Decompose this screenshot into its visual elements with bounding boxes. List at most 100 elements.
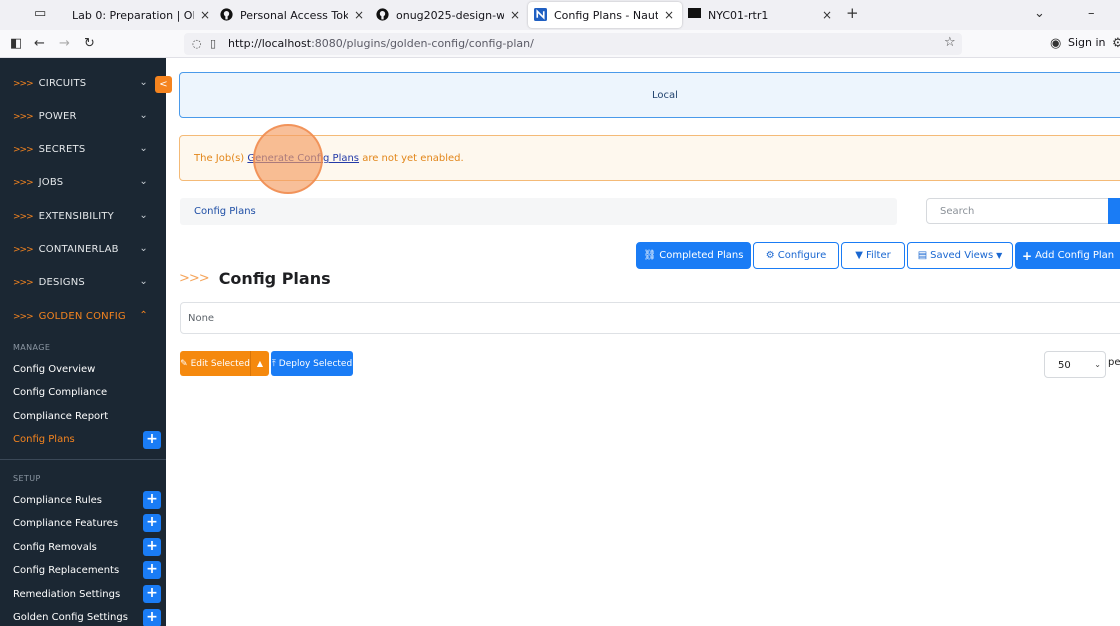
caret-down-icon: ▼ xyxy=(996,251,1003,260)
sidebar-item-golden-config[interactable]: >>> GOLDEN CONFIG ⌃ xyxy=(0,300,166,333)
tab-list-icon[interactable]: ▭ xyxy=(34,6,46,21)
sidebar-item-compliance-report[interactable]: Compliance Report xyxy=(13,411,108,422)
arrows-icon: >>> xyxy=(13,211,34,222)
alert-suffix: are not yet enabled. xyxy=(359,153,464,164)
chevron-down-icon: ⌄ xyxy=(1094,360,1101,369)
github-icon xyxy=(376,8,390,22)
alert-prefix: The Job(s) xyxy=(194,153,248,164)
sidebar-item-circuits[interactable]: >>> CIRCUITS ⌄ xyxy=(0,67,166,100)
search-button[interactable] xyxy=(1108,198,1120,224)
deploy-selected-label: Deploy Selected xyxy=(278,358,353,369)
add-config-plan-button[interactable]: + Add Config Plan xyxy=(1015,242,1120,269)
pencil-icon: ✎ xyxy=(180,358,188,369)
sidebar-toggle-icon[interactable]: ◧ xyxy=(10,36,22,51)
deploy-selected-button[interactable]: ⤒ Deploy Selected xyxy=(271,351,353,376)
job-warning-alert: The Job(s) Generate Config Plans are not… xyxy=(179,135,1120,181)
sidebar-item-config-replacements[interactable]: Config Replacements xyxy=(13,565,119,576)
browser-tab-config-plans[interactable]: Config Plans - Nautobot × xyxy=(528,2,682,28)
new-tab-button[interactable]: + xyxy=(846,4,859,22)
tab-overflow-chevron-icon[interactable]: ⌄ xyxy=(1034,6,1045,21)
sidebar-item-containerlab[interactable]: >>> CONTAINERLAB ⌄ xyxy=(0,233,166,266)
chevron-down-icon: ⌄ xyxy=(139,110,148,121)
tab-title: Lab 0: Preparation | ONUG 2 xyxy=(72,8,194,22)
close-icon[interactable]: × xyxy=(198,8,212,22)
close-icon[interactable]: × xyxy=(662,8,676,22)
bookmark-star-icon[interactable]: ☆ xyxy=(944,35,956,50)
generate-config-plans-link[interactable]: Generate Config Plans xyxy=(247,153,359,164)
completed-plans-button[interactable]: ⛓ Completed Plans xyxy=(636,242,751,269)
chevron-up-icon: ⌃ xyxy=(139,310,148,321)
edit-selected-caret-up-icon[interactable]: ▲ xyxy=(250,351,269,376)
sidebar-item-remediation-settings[interactable]: Remediation Settings xyxy=(13,589,120,600)
sidebar-item-golden-config-settings[interactable]: Golden Config Settings xyxy=(13,612,128,623)
account-icon[interactable]: ◉ xyxy=(1050,36,1061,51)
browser-tab-lab0[interactable]: Lab 0: Preparation | ONUG 2 × xyxy=(52,2,212,28)
sidebar-item-compliance-rules[interactable]: Compliance Rules xyxy=(13,495,102,506)
configure-button[interactable]: ⚙ Configure xyxy=(753,242,839,269)
chevron-down-icon: ⌄ xyxy=(139,276,148,287)
sign-in-button[interactable]: Sign in xyxy=(1068,36,1106,49)
breadcrumb-config-plans-link[interactable]: Config Plans xyxy=(194,206,256,217)
tab-title: Config Plans - Nautobot xyxy=(554,8,658,22)
completed-plans-label: Completed Plans xyxy=(659,250,744,261)
sidebar-item-config-removals[interactable]: Config Removals xyxy=(13,542,97,553)
alert-text: The Job(s) Generate Config Plans are not… xyxy=(194,153,464,164)
arrows-icon: >>> xyxy=(13,244,34,255)
reload-icon[interactable]: ↻ xyxy=(84,36,95,51)
configure-label: Configure xyxy=(777,250,827,261)
sidebar: >>> CIRCUITS ⌄ >>> POWER ⌄ >>> SECRETS ⌄… xyxy=(0,58,166,626)
edit-selected-button[interactable]: ✎ Edit Selected xyxy=(180,351,250,376)
close-icon[interactable]: × xyxy=(820,8,834,22)
page-info-icon[interactable]: ▯ xyxy=(210,37,216,50)
minimize-icon[interactable]: – xyxy=(1088,6,1095,21)
sidebar-item-config-overview[interactable]: Config Overview xyxy=(13,364,95,375)
search-input[interactable] xyxy=(926,198,1110,224)
page-title-text: Config Plans xyxy=(218,269,331,288)
add-golden-config-setting-plus-icon[interactable]: + xyxy=(143,609,161,626)
url-path: :8080/plugins/golden-config/config-plan/ xyxy=(311,37,534,50)
per-page-select[interactable]: 50 ⌄ xyxy=(1044,351,1106,378)
tab-title: NYC01-rtr1 xyxy=(708,8,769,22)
sidebar-section-manage: MANAGE xyxy=(13,343,51,352)
page-title: >>> Config Plans xyxy=(179,269,331,288)
add-config-plan-plus-icon[interactable]: + xyxy=(143,431,161,449)
filter-icon: ▼ xyxy=(855,250,863,261)
add-compliance-feature-plus-icon[interactable]: + xyxy=(143,514,161,532)
per-page-label: pe xyxy=(1108,357,1120,368)
close-icon[interactable]: × xyxy=(352,8,366,22)
sidebar-item-label: JOBS xyxy=(38,177,64,188)
arrows-icon: >>> xyxy=(13,78,34,89)
deploy-icon: ⤒ xyxy=(271,358,276,369)
sidebar-item-config-plans[interactable]: Config Plans xyxy=(13,434,75,445)
browser-tab-github-tokens[interactable]: Personal Access Tokens ( × xyxy=(220,2,366,28)
github-icon xyxy=(220,8,234,22)
add-compliance-rule-plus-icon[interactable]: + xyxy=(143,491,161,509)
sidebar-item-compliance-features[interactable]: Compliance Features xyxy=(13,518,118,529)
browser-tab-terminal[interactable]: NYC01-rtr1 × xyxy=(688,2,834,28)
sidebar-item-designs[interactable]: >>> DESIGNS ⌄ xyxy=(0,266,166,299)
url-bar[interactable]: ◌ ▯ http://localhost:8080/plugins/golden… xyxy=(184,33,962,55)
sidebar-item-jobs[interactable]: >>> JOBS ⌄ xyxy=(0,166,166,199)
sidebar-item-config-compliance[interactable]: Config Compliance xyxy=(13,387,107,398)
sidebar-collapse-button[interactable]: < xyxy=(155,76,172,93)
add-config-removal-plus-icon[interactable]: + xyxy=(143,538,161,556)
terminal-icon xyxy=(688,8,702,22)
page-icon xyxy=(52,8,66,22)
browser-tab-github-repo[interactable]: onug2025-design-worksh × xyxy=(376,2,522,28)
sidebar-item-secrets[interactable]: >>> SECRETS ⌄ xyxy=(0,133,166,166)
close-icon[interactable]: × xyxy=(508,8,522,22)
sidebar-item-label: EXTENSIBILITY xyxy=(38,211,114,222)
add-remediation-setting-plus-icon[interactable]: + xyxy=(143,585,161,603)
sidebar-item-power[interactable]: >>> POWER ⌄ xyxy=(0,100,166,133)
extensions-icon[interactable]: ⚙ xyxy=(1112,36,1120,51)
browser-nav-bar: ◧ ← → ↻ ◌ ▯ http://localhost:8080/plugin… xyxy=(0,30,1120,58)
add-config-replacement-plus-icon[interactable]: + xyxy=(143,561,161,579)
chevron-down-icon: ⌄ xyxy=(139,243,148,254)
forward-icon[interactable]: → xyxy=(59,36,70,51)
sidebar-item-extensibility[interactable]: >>> EXTENSIBILITY ⌄ xyxy=(0,200,166,233)
saved-views-button[interactable]: ▤ Saved Views ▼ xyxy=(907,242,1013,269)
back-icon[interactable]: ← xyxy=(34,36,45,51)
sidebar-item-label: GOLDEN CONFIG xyxy=(38,311,126,322)
filter-button[interactable]: ▼ Filter xyxy=(841,242,905,269)
shield-icon: ◌ xyxy=(192,37,202,50)
